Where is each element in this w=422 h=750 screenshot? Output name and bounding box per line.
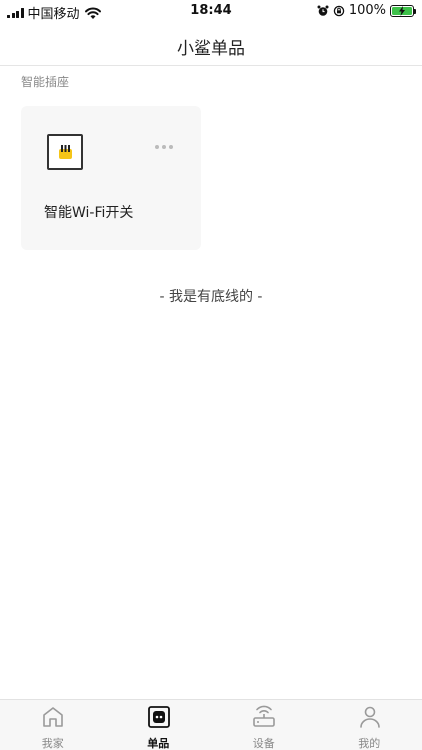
rotation-lock-icon: [333, 5, 345, 16]
single-product-icon: [147, 706, 170, 728]
tab-devices[interactable]: 设备: [211, 700, 317, 750]
nav-bar: 小鲨单品: [0, 22, 422, 66]
end-of-list-text: - 我是有底线的 -: [159, 289, 263, 305]
tab-home[interactable]: 我家: [0, 700, 106, 750]
tab-bar: 我家 单品 设备 我的: [0, 699, 422, 750]
home-icon: [43, 707, 63, 727]
status-bar: 中国移动 18:44 100%: [0, 0, 422, 22]
page-title: 小鲨单品: [177, 39, 245, 59]
tab-single-product[interactable]: 单品: [106, 700, 212, 750]
battery-percent: 100%: [348, 3, 386, 18]
smart-switch-icon: [47, 134, 83, 170]
section-title: 智能插座: [21, 75, 70, 89]
tab-label: 单品: [147, 737, 170, 750]
tab-me[interactable]: 我的: [317, 700, 422, 750]
person-icon: [359, 706, 380, 728]
more-options-button[interactable]: [155, 145, 173, 149]
charging-bolt-icon: [399, 5, 405, 16]
battery-icon: [390, 4, 416, 17]
tab-label: 设备: [252, 737, 275, 750]
tab-label: 我的: [358, 737, 381, 750]
router-icon: [253, 705, 275, 727]
status-right: 100%: [317, 3, 416, 18]
alarm-icon: [317, 5, 329, 16]
device-name: 智能Wi-Fi开关: [44, 205, 134, 221]
tab-label: 我家: [41, 737, 64, 750]
device-card[interactable]: 智能Wi-Fi开关: [21, 106, 201, 250]
